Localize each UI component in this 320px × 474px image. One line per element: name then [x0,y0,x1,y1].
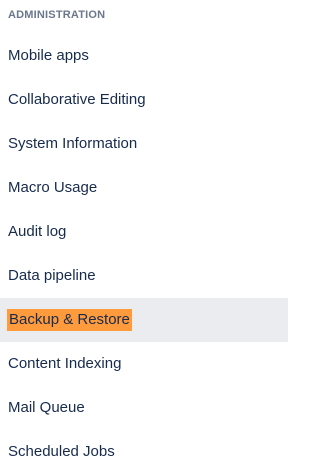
sidebar-item-label: Backup & Restore [7,309,132,331]
sidebar-item-backup-restore[interactable]: Backup & Restore [0,298,288,342]
admin-nav-list: Mobile apps Collaborative Editing System… [0,34,288,474]
sidebar-item-label: Data pipeline [8,267,96,284]
sidebar-item-label: Collaborative Editing [8,91,146,108]
section-heading: ADMINISTRATION [8,9,106,21]
sidebar-item-label: Audit log [8,223,67,240]
sidebar-item-label: Macro Usage [8,179,98,196]
sidebar-item-label: System Information [8,135,138,152]
sidebar-item-mobile-apps[interactable]: Mobile apps [0,34,288,78]
sidebar-item-collaborative-editing[interactable]: Collaborative Editing [0,78,288,122]
sidebar-item-mail-queue[interactable]: Mail Queue [0,386,288,430]
sidebar-item-label: Scheduled Jobs [8,443,115,460]
sidebar-item-label: Content Indexing [8,355,122,372]
sidebar-item-audit-log[interactable]: Audit log [0,210,288,254]
admin-sidebar: ADMINISTRATION Mobile apps Collaborative… [0,0,288,470]
sidebar-item-system-information[interactable]: System Information [0,122,288,166]
sidebar-item-scheduled-jobs[interactable]: Scheduled Jobs [0,430,288,474]
sidebar-item-label: Mail Queue [8,399,85,416]
sidebar-item-label: Mobile apps [8,47,89,64]
sidebar-item-macro-usage[interactable]: Macro Usage [0,166,288,210]
sidebar-item-content-indexing[interactable]: Content Indexing [0,342,288,386]
sidebar-item-data-pipeline[interactable]: Data pipeline [0,254,288,298]
